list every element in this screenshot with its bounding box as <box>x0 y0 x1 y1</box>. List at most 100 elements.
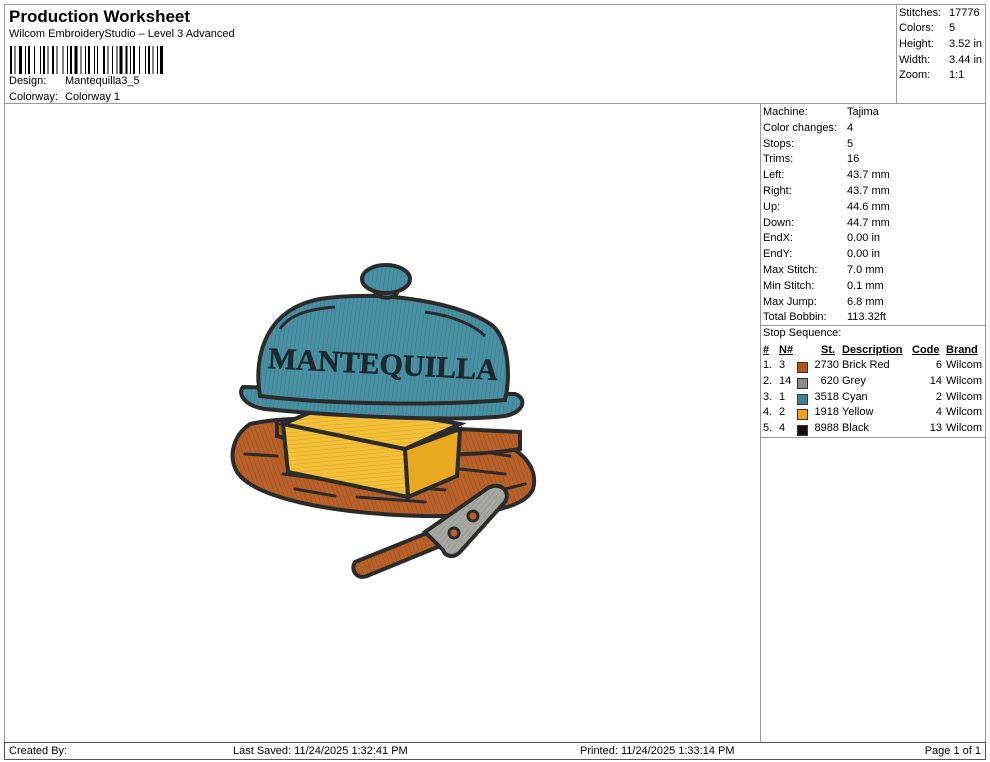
page-number: Page 1 of 1 <box>924 745 981 757</box>
thread-description: Cyan <box>842 390 868 403</box>
info-value: 16 <box>847 153 860 166</box>
machine-info-panel: Machine: Tajima Color changes: 4 Stops: 5 Trim… <box>760 103 986 743</box>
info-value: 0.00 in <box>847 232 881 245</box>
row-number: 2. <box>763 374 773 387</box>
worksheet-title: Production Worksheet <box>9 7 191 26</box>
thread-code: 4 <box>935 406 942 419</box>
info-value: 113.32ft <box>847 311 886 324</box>
info-row: Min Stitch: 0.1 mm <box>763 280 884 292</box>
info-value: 7.0 mm <box>847 264 884 276</box>
software-name: Wilcom EmbroideryStudio – Level 3 Advanc… <box>9 28 235 40</box>
info-label: Down: <box>763 216 795 229</box>
stat-zoom: Zoom: 1:1 <box>899 69 965 81</box>
design-field: Design: Mantequilla3_5 <box>9 75 140 87</box>
col-stitches: St. <box>821 344 836 356</box>
info-row: Machine: Tajima <box>763 106 879 118</box>
knife-rivet <box>466 509 480 523</box>
stop-sequence-row: 4. 2 1918 Yellow 4 Wilcom <box>761 406 985 422</box>
thread-description: Black <box>842 422 869 435</box>
col-brand: Brand <box>946 344 978 356</box>
design-value: Mantequilla3_5 <box>65 75 140 87</box>
needle-number: 4 <box>779 422 786 435</box>
info-label: Total Bobbin: <box>763 311 827 324</box>
needle-number: 1 <box>779 390 786 403</box>
needle-number: 14 <box>779 374 792 387</box>
worksheet-header: Production Worksheet Wilcom EmbroiderySt… <box>4 4 897 104</box>
created-by: Created By: <box>9 745 68 757</box>
col-needle: N# <box>779 344 794 356</box>
row-number: 5. <box>763 422 773 435</box>
info-label: Up: <box>763 200 781 213</box>
info-row: Max Jump: 6.8 mm <box>763 296 884 308</box>
col-code: Code <box>912 344 940 356</box>
info-row: Left: 43.7 mm <box>763 169 890 181</box>
info-row: Up: 44.6 mm <box>763 201 890 213</box>
stitch-count: 1918 <box>814 406 839 419</box>
stitch-count: 620 <box>820 374 839 387</box>
info-row: EndY: 0.00 in <box>763 248 880 260</box>
info-row: Stops: 5 <box>763 138 853 150</box>
stitch-count: 3518 <box>814 390 839 403</box>
worksheet-footer: Created By: Last Saved: 11/24/2025 1:32:… <box>4 742 986 760</box>
thread-description: Yellow <box>842 406 874 419</box>
info-value: 44.6 mm <box>847 200 890 213</box>
info-row: Right: 43.7 mm <box>763 185 890 197</box>
stat-width: Width: 3.44 in <box>899 54 983 66</box>
stop-sequence-row: 2. 14 620 Grey 14 Wilcom <box>761 375 985 391</box>
info-label: Max Jump: <box>763 295 817 308</box>
lid-knob-top <box>360 263 412 295</box>
info-label: EndY: <box>763 248 793 261</box>
info-row: Trims: 16 <box>763 153 859 165</box>
thread-color-swatch <box>797 425 808 437</box>
info-value: 43.7 mm <box>847 169 890 182</box>
info-value: 44.7 mm <box>847 216 890 229</box>
thread-description: Brick Red <box>842 359 890 371</box>
info-label: Trims: <box>763 153 794 166</box>
printed-date: Printed: 11/24/2025 1:33:14 PM <box>580 745 735 757</box>
info-value: 4 <box>847 121 854 134</box>
thread-description: Grey <box>842 374 866 387</box>
info-row: EndX: 0.00 in <box>763 232 880 244</box>
design-preview: MANTEQUILLA <box>4 103 761 743</box>
thread-color-swatch <box>797 377 808 389</box>
info-label: Machine: <box>763 106 808 118</box>
stitch-count: 8988 <box>814 422 839 435</box>
info-row: Color changes: 4 <box>763 122 853 134</box>
divider <box>761 437 985 438</box>
stat-height: Height: 3.52 in <box>899 38 983 50</box>
thread-code: 13 <box>929 422 942 435</box>
info-value: 5 <box>847 137 854 150</box>
last-saved: Last Saved: 11/24/2025 1:32:41 PM <box>233 745 408 757</box>
thread-brand: Wilcom <box>946 406 983 419</box>
info-value: Tajima <box>847 106 879 118</box>
butter-dish-embroidery: MANTEQUILLA <box>230 263 537 579</box>
row-number: 4. <box>763 406 773 419</box>
info-label: Stops: <box>763 137 795 150</box>
colorway-field: Colorway: Colorway 1 <box>9 91 120 103</box>
needle-number: 3 <box>779 359 786 371</box>
info-row: Down: 44.7 mm <box>763 217 890 229</box>
stop-sequence-row: 5. 4 8988 Black 13 Wilcom <box>761 422 985 438</box>
info-label: Max Stitch: <box>763 264 818 276</box>
stitch-count: 2730 <box>814 359 839 371</box>
stat-colors: Colors: 5 <box>899 22 956 34</box>
colorway-value: Colorway 1 <box>65 91 121 103</box>
thread-brand: Wilcom <box>946 374 983 387</box>
thread-color-swatch <box>797 393 808 405</box>
info-value: 6.8 mm <box>847 295 884 308</box>
info-value: 43.7 mm <box>847 185 890 197</box>
knife-rivet <box>447 526 461 540</box>
info-label: EndX: <box>763 232 793 245</box>
row-number: 1. <box>763 359 773 371</box>
stop-sequence-row: 1. 3 2730 Brick Red 6 Wilcom <box>761 359 985 375</box>
info-row: Total Bobbin: 113.32ft <box>763 311 886 323</box>
thread-color-swatch <box>797 409 808 421</box>
info-value: 0.00 in <box>847 248 881 261</box>
thread-code: 6 <box>935 359 942 371</box>
design-label: Design: <box>9 75 47 87</box>
info-label: Right: <box>763 185 792 197</box>
thread-color-swatch <box>797 362 808 373</box>
thread-code: 2 <box>935 390 942 403</box>
col-num: # <box>763 344 770 356</box>
stats-panel: Stitches: 17776 Colors: 5 Height: 3.52 in W… <box>896 4 986 104</box>
